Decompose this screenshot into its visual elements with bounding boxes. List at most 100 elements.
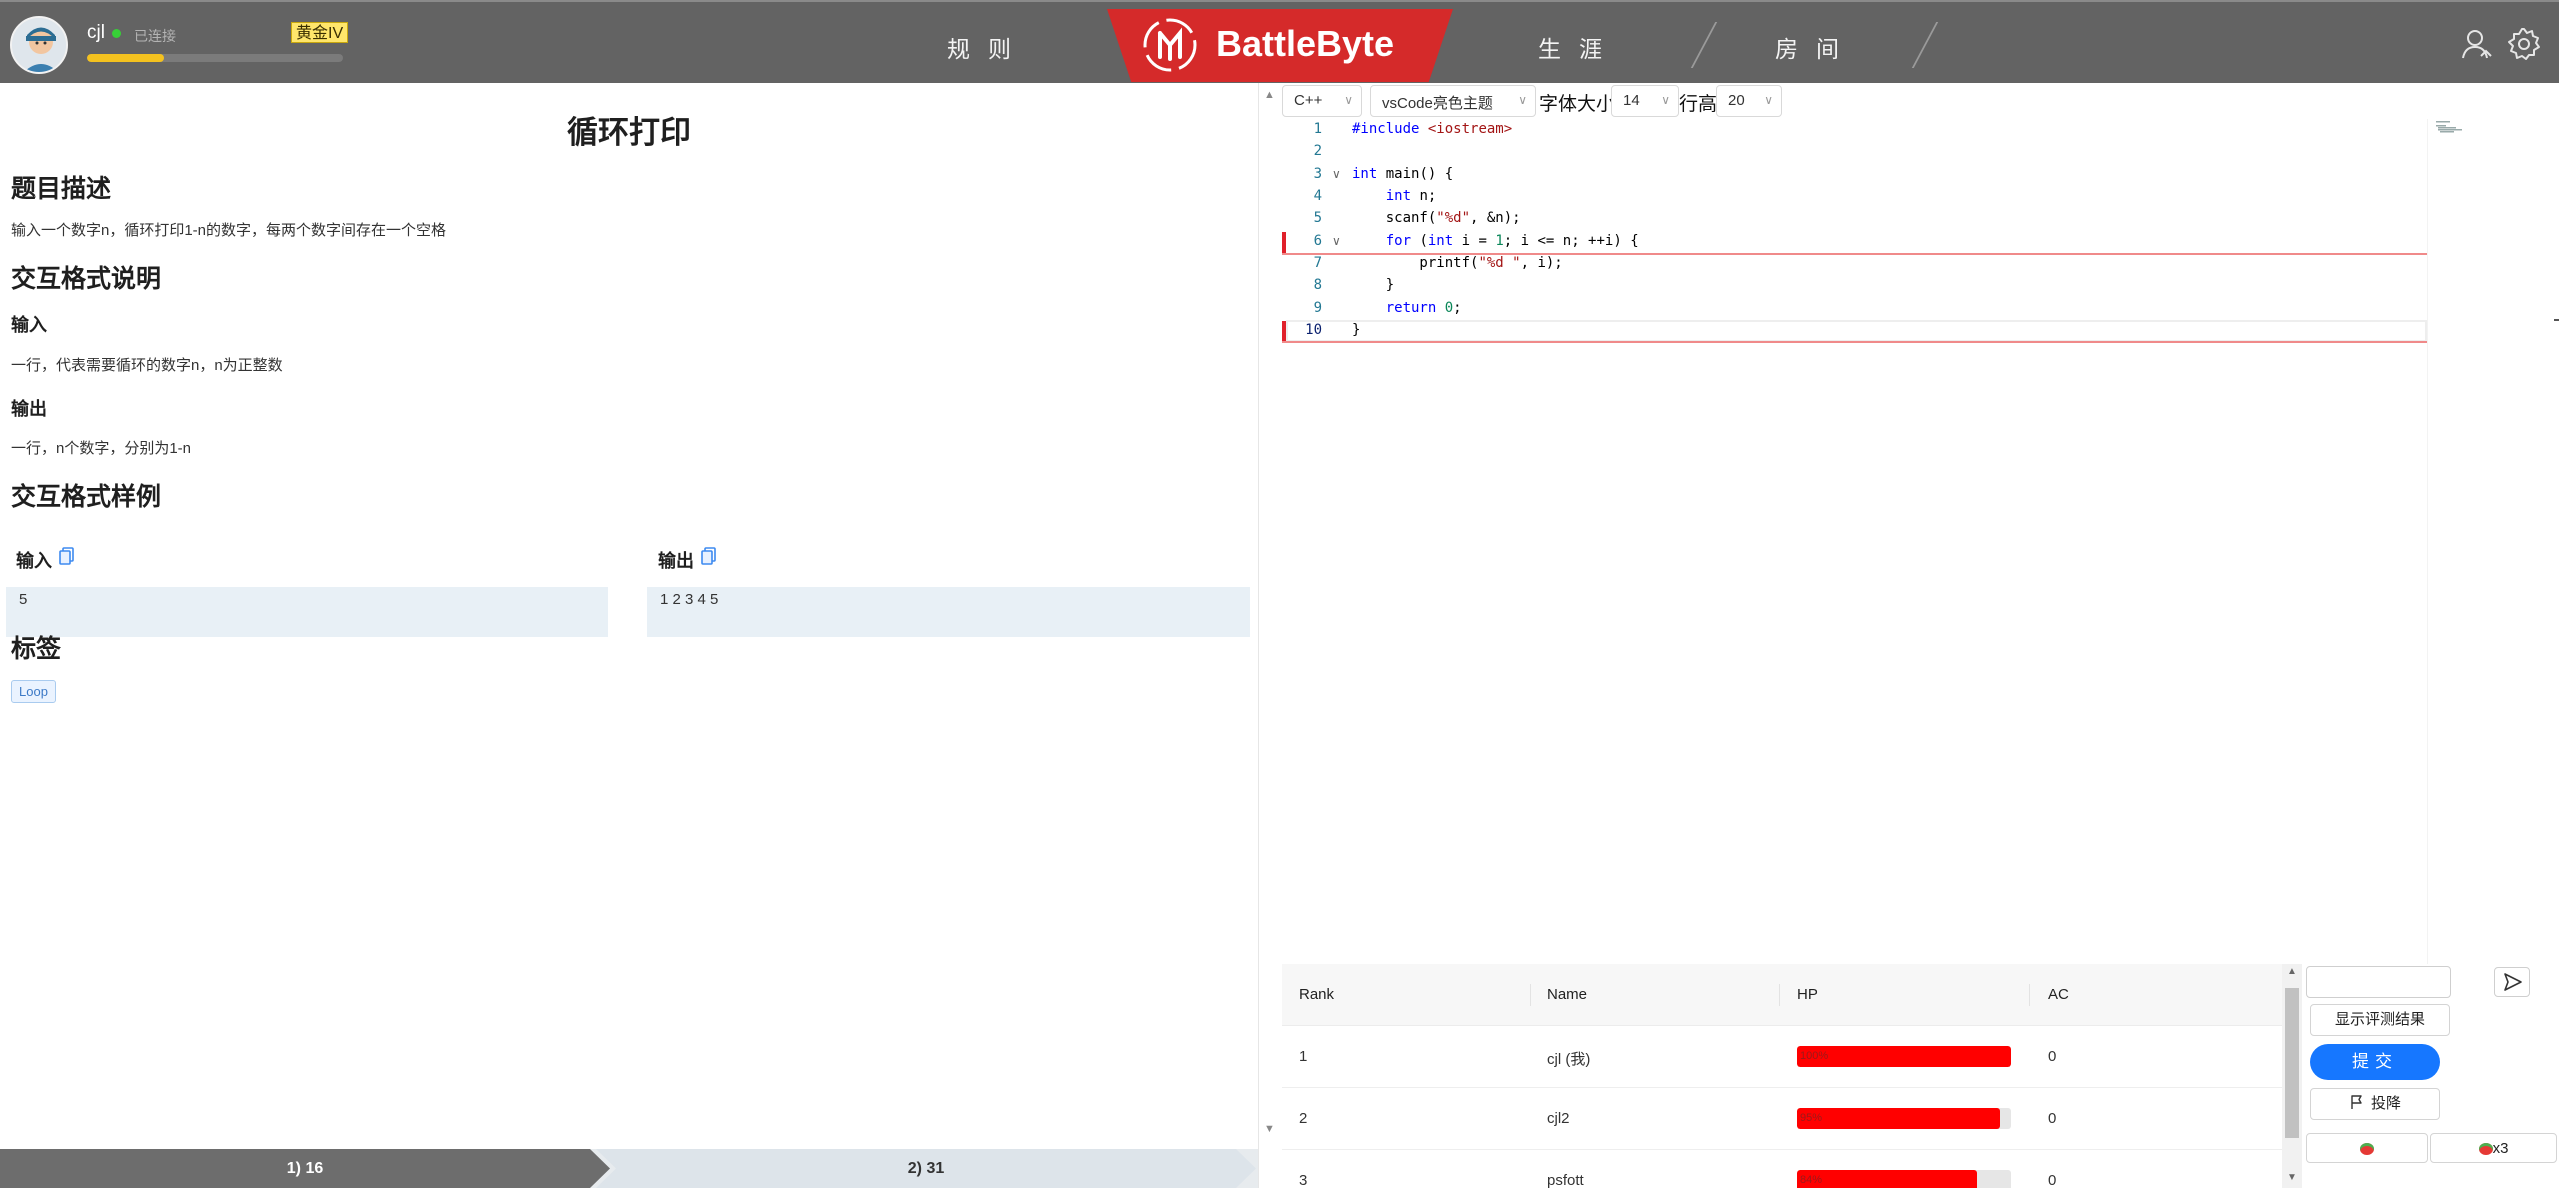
brand-name[interactable]: BattleByte: [1216, 23, 1394, 65]
ac-cell: 0: [2048, 1172, 2057, 1188]
ac-cell: 0: [2048, 1048, 2057, 1065]
code-line: int n;: [1385, 188, 1437, 204]
experience-fill: [87, 54, 164, 62]
language-select[interactable]: C++ ∨: [1282, 85, 1362, 117]
nav-rules[interactable]: 规则: [947, 30, 1029, 64]
scroll-down-arrow[interactable]: ▼: [1264, 1123, 1275, 1135]
name-cell: cjl2: [1547, 1110, 1570, 1127]
rank-cell: 3: [1299, 1172, 1308, 1188]
chevron-down-icon: ∨: [1764, 93, 1773, 107]
settings-gear-icon[interactable]: [2506, 26, 2542, 62]
user-profile-icon[interactable]: [2459, 26, 2495, 62]
scroll-down-arrow[interactable]: ▼: [2287, 1172, 2297, 1183]
surrender-button[interactable]: 投降: [2310, 1088, 2440, 1120]
nav-divider: [1690, 22, 1718, 68]
chevron-down-icon: ∨: [1344, 93, 1353, 107]
code-line: return 0;: [1385, 300, 1462, 316]
sample-input-label: 输入: [16, 551, 52, 571]
font-size-label: 字体大小: [1539, 94, 1616, 115]
hp-bar: 84%: [1797, 1170, 2011, 1188]
submit-button[interactable]: 提交: [2310, 1044, 2440, 1080]
code-line: #include <iostream>: [1352, 121, 1513, 137]
tag-loop[interactable]: Loop: [11, 680, 56, 703]
scroll-up-arrow[interactable]: ▲: [2287, 966, 2297, 977]
problem-tab-2[interactable]: 2) 31: [596, 1149, 1256, 1188]
table-row[interactable]: 1 cjl (我) 100% 0: [1282, 1026, 2282, 1088]
problem-title: 循环打印: [567, 115, 691, 150]
column-header-rank: Rank: [1299, 986, 1335, 1003]
hp-fill: 84%: [1797, 1170, 1977, 1188]
ranking-scrollbar[interactable]: ▲ ▼: [2282, 964, 2302, 1188]
minimap-preview: [2436, 121, 2559, 321]
output-description: 一行，n个数字，分别为1-n: [11, 440, 192, 457]
column-divider: [1530, 984, 1531, 1006]
line-height-label: 行高: [1679, 94, 1718, 115]
fold-chevron-icon[interactable]: ∨: [1332, 234, 1341, 248]
show-results-button[interactable]: 显示评测结果: [2310, 1004, 2450, 1036]
copy-input-icon[interactable]: [59, 547, 75, 565]
scroll-up-arrow[interactable]: ▲: [1264, 89, 1275, 101]
table-row[interactable]: 3 psfott 84% 0: [1282, 1150, 2282, 1188]
name-cell: psfott: [1547, 1172, 1584, 1188]
code-line: scanf("%d", &n);: [1352, 210, 1521, 226]
sample-input-box: 5: [6, 587, 608, 637]
send-icon: [2504, 973, 2522, 991]
code-editor[interactable]: 1 2 3 4 5 6 7 8 9 10 ∨ ∨ #include <iostr…: [1282, 119, 2559, 964]
theme-select[interactable]: vsCode亮色主题 ∨: [1370, 85, 1536, 117]
problem-tab-1[interactable]: 1) 16: [0, 1149, 610, 1188]
line-height-select[interactable]: 20 ∨: [1716, 85, 1782, 117]
name-cell: cjl (我): [1547, 1051, 1591, 1068]
code-line: for (int i = 1; i <= n; ++i) {: [1385, 233, 1639, 249]
hp-fill: 95%: [1797, 1108, 2001, 1129]
chevron-down-icon: ∨: [1661, 93, 1670, 107]
avatar[interactable]: [10, 16, 68, 74]
online-status-dot: [112, 29, 121, 38]
font-size-value: 14: [1623, 92, 1640, 109]
tomato-icon: [2478, 1143, 2493, 1155]
flag-icon: [2351, 1095, 2362, 1109]
font-size-select[interactable]: 14 ∨: [1611, 85, 1679, 117]
code-line: }: [1352, 277, 1395, 293]
column-header-ac: AC: [2048, 986, 2069, 1003]
code-minimap[interactable]: [2427, 119, 2559, 964]
send-button[interactable]: [2494, 967, 2530, 997]
sample-output-label: 输出: [658, 551, 694, 571]
input-heading: 输入: [11, 315, 47, 335]
problem-panel: 循环打印 题目描述 输入一个数字n，循环打印1-n的数字，每两个数字间存在一个空…: [0, 83, 1258, 1149]
surrender-label: 投降: [2370, 1095, 2401, 1112]
username: cjl: [87, 22, 105, 43]
ac-cell: 0: [2048, 1110, 2057, 1127]
nav-career[interactable]: 生涯: [1538, 30, 1620, 64]
nav-divider: [1911, 22, 1939, 68]
line-number: 6: [1313, 233, 1322, 249]
code-line: int main() {: [1352, 166, 1454, 182]
fold-chevron-icon[interactable]: ∨: [1332, 167, 1341, 181]
hp-fill: 100%: [1797, 1046, 2011, 1067]
hp-bar: 95%: [1797, 1108, 2011, 1129]
error-underline: [1282, 341, 2427, 343]
table-row[interactable]: 2 cjl2 95% 0: [1282, 1088, 2282, 1150]
error-marker: [1282, 232, 1286, 253]
ranking-header: Rank Name HP AC: [1282, 964, 2282, 1026]
line-number: 9: [1313, 300, 1322, 316]
theme-value: vsCode亮色主题: [1382, 95, 1493, 112]
scrollbar-thumb[interactable]: [2285, 988, 2299, 1138]
tomato-button[interactable]: [2306, 1133, 2428, 1163]
tags-heading: 标签: [11, 635, 62, 663]
line-number: 4: [1313, 188, 1322, 204]
editor-toolbar: C++ ∨ vsCode亮色主题 ∨ 字体大小 14 ∨ 行高 20 ∨: [1282, 85, 2559, 119]
connection-status: 已连接: [134, 28, 176, 44]
rank-cell: 1: [1299, 1048, 1308, 1065]
tomato-stock-button[interactable]: x3: [2430, 1133, 2557, 1163]
brand-logo-icon: [1143, 18, 1197, 72]
tomato-count: x3: [2492, 1140, 2509, 1157]
copy-output-icon[interactable]: [701, 547, 717, 565]
line-number: 1: [1313, 121, 1322, 137]
chat-input[interactable]: [2306, 966, 2451, 998]
action-panel: 显示评测结果 提交 投降 x3: [2302, 964, 2559, 1188]
nav-room[interactable]: 房间: [1775, 30, 1857, 64]
top-bar: cjl 已连接 黄金IV 规则 BattleByte 生涯 房间: [0, 0, 2559, 83]
ranking-table: Rank Name HP AC 1 cjl (我) 100% 0 2 cjl2 …: [1282, 964, 2282, 1188]
panel-splitter[interactable]: ▲ ▼: [1258, 83, 1282, 1188]
hp-bar: 100%: [1797, 1046, 2011, 1067]
